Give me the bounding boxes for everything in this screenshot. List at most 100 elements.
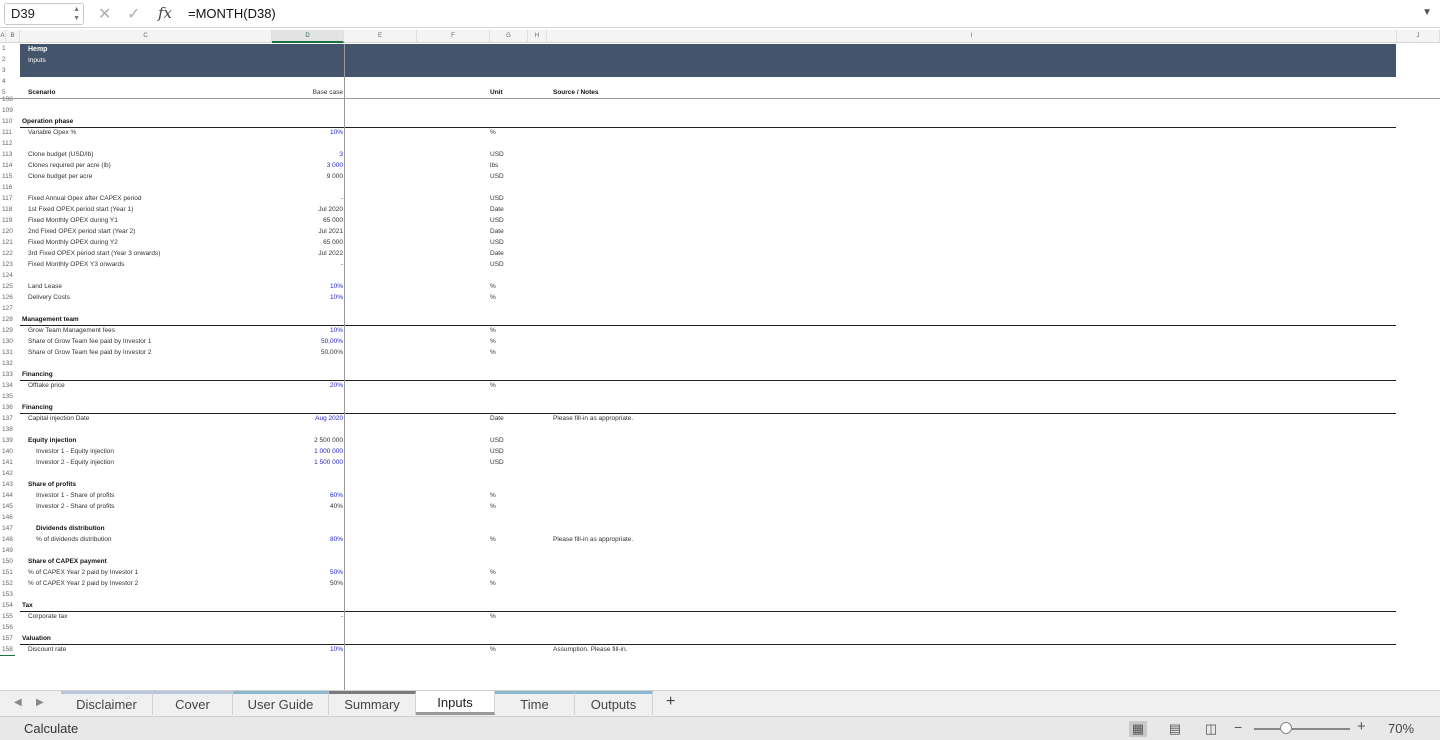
base-case-value[interactable]: 1 500 000: [270, 459, 343, 466]
tab-inputs[interactable]: Inputs: [416, 691, 495, 715]
base-case-value[interactable]: -: [270, 613, 343, 620]
note-cell[interactable]: Please fill-in as appropriate.: [553, 536, 633, 543]
row-label[interactable]: Fixed Annual Opex after CAPEX period: [28, 195, 141, 202]
zoom-in-icon[interactable]: +: [1357, 718, 1366, 735]
row-number[interactable]: 114: [0, 162, 15, 169]
row-label[interactable]: Investor 2 - Share of profits: [36, 503, 114, 510]
base-case-value[interactable]: Jul 2020: [270, 206, 343, 213]
unit-cell[interactable]: %: [490, 492, 496, 499]
row-label[interactable]: Share of CAPEX payment: [28, 558, 107, 565]
tab-time[interactable]: Time: [495, 691, 575, 715]
normal-view-icon[interactable]: ▦: [1129, 721, 1147, 737]
unit-cell[interactable]: lbs: [490, 162, 498, 169]
unit-cell[interactable]: USD: [490, 448, 504, 455]
row-label[interactable]: Share of profits: [28, 481, 76, 488]
base-case-value[interactable]: 10%: [270, 294, 343, 301]
row-label[interactable]: Corporate tax: [28, 613, 67, 620]
row-number[interactable]: 144: [0, 492, 15, 499]
column-header-f[interactable]: F: [417, 30, 490, 43]
note-cell[interactable]: Please fill-in as appropriate.: [553, 415, 633, 422]
row-number[interactable]: 1: [0, 45, 15, 52]
row-number[interactable]: 140: [0, 448, 15, 455]
page-break-icon[interactable]: ◫: [1202, 721, 1220, 737]
tab-cover[interactable]: Cover: [153, 691, 233, 715]
row-number[interactable]: 130: [0, 338, 15, 345]
row-number[interactable]: 123: [0, 261, 15, 268]
row-label[interactable]: 1st Fixed OPEX period start (Year 1): [28, 206, 133, 213]
row-label[interactable]: Tax: [22, 602, 33, 609]
unit-cell[interactable]: %: [490, 503, 496, 510]
base-case-value[interactable]: 9 000: [270, 173, 343, 180]
header-notes[interactable]: Source / Notes: [553, 89, 599, 96]
row-number[interactable]: 157: [0, 635, 15, 642]
row-label[interactable]: % of CAPEX Year 2 paid by Investor 1: [28, 569, 138, 576]
calculate-status[interactable]: Calculate: [24, 721, 78, 736]
row-label[interactable]: Investor 2 - Equity injection: [36, 459, 114, 466]
unit-cell[interactable]: %: [490, 569, 496, 576]
unit-cell[interactable]: %: [490, 283, 496, 290]
base-case-value[interactable]: 65 000: [270, 239, 343, 246]
prev-sheet-icon[interactable]: ◀: [14, 697, 22, 708]
row-number[interactable]: 110: [0, 118, 15, 125]
base-case-value[interactable]: 20%: [270, 382, 343, 389]
row-label[interactable]: Management team: [22, 316, 79, 323]
row-number[interactable]: 156: [0, 624, 15, 631]
row-number[interactable]: 124: [0, 272, 15, 279]
base-case-value[interactable]: 50%: [270, 580, 343, 587]
unit-cell[interactable]: USD: [490, 437, 504, 444]
row-number[interactable]: 2: [0, 56, 15, 63]
unit-cell[interactable]: %: [490, 613, 496, 620]
base-case-value[interactable]: 10%: [270, 327, 343, 334]
row-number[interactable]: 152: [0, 580, 15, 587]
base-case-value[interactable]: -: [270, 261, 343, 268]
base-case-value[interactable]: Jul 2021: [270, 228, 343, 235]
zoom-slider-track[interactable]: [1254, 728, 1350, 730]
next-sheet-icon[interactable]: ▶: [36, 697, 44, 708]
row-label[interactable]: Grow Team Management fees: [28, 327, 115, 334]
row-label[interactable]: Equity injection: [28, 437, 76, 444]
row-number[interactable]: 153: [0, 591, 15, 598]
row-label[interactable]: Fixed Monthly OPEX Y3 onwards: [28, 261, 124, 268]
base-case-value[interactable]: 3 000: [270, 162, 343, 169]
unit-cell[interactable]: USD: [490, 195, 504, 202]
row-number[interactable]: 150: [0, 558, 15, 565]
row-number[interactable]: 113: [0, 151, 15, 158]
row-number[interactable]: 149: [0, 547, 15, 554]
row-number[interactable]: 111: [0, 129, 15, 136]
unit-cell[interactable]: Date: [490, 415, 504, 422]
row-label[interactable]: % of CAPEX Year 2 paid by Investor 2: [28, 580, 138, 587]
row-number[interactable]: 117: [0, 195, 15, 202]
base-case-value[interactable]: 50%: [270, 569, 343, 576]
row-number[interactable]: 126: [0, 294, 15, 301]
row-label[interactable]: Offtake price: [28, 382, 65, 389]
column-header-g[interactable]: G: [490, 30, 528, 43]
column-header-e[interactable]: E: [344, 30, 417, 43]
row-number[interactable]: 134: [0, 382, 15, 389]
name-box-stepper-icon[interactable]: ▲ ▼: [73, 5, 80, 23]
row-number[interactable]: 136: [0, 404, 15, 411]
unit-cell[interactable]: Date: [490, 206, 504, 213]
base-case-value[interactable]: 10%: [270, 283, 343, 290]
unit-cell[interactable]: %: [490, 129, 496, 136]
row-number[interactable]: 122: [0, 250, 15, 257]
unit-cell[interactable]: %: [490, 382, 496, 389]
column-header-j[interactable]: J: [1397, 30, 1440, 43]
base-case-value[interactable]: -: [270, 195, 343, 202]
row-label[interactable]: Investor 1 - Share of profits: [36, 492, 114, 499]
row-label[interactable]: Variable Opex %: [28, 129, 76, 136]
row-label[interactable]: % of dividends distribution: [36, 536, 112, 543]
row-label[interactable]: Share of Grow Team fee paid by Investor …: [28, 338, 151, 345]
row-label[interactable]: Investor 1 - Equity injection: [36, 448, 114, 455]
row-number[interactable]: 147: [0, 525, 15, 532]
zoom-level[interactable]: 70%: [1388, 721, 1414, 736]
base-case-value[interactable]: Jul 2022: [270, 250, 343, 257]
unit-cell[interactable]: USD: [490, 173, 504, 180]
base-case-value[interactable]: 50,00%: [270, 349, 343, 356]
row-number[interactable]: 109: [0, 107, 15, 114]
row-number[interactable]: 112: [0, 140, 15, 147]
row-label[interactable]: Clone budget per acre: [28, 173, 92, 180]
row-label[interactable]: Fixed Monthly OPEX during Y2: [28, 239, 118, 246]
row-number[interactable]: 120: [0, 228, 15, 235]
x-icon[interactable]: ✕: [98, 4, 111, 24]
base-case-value[interactable]: 50,00%: [270, 338, 343, 345]
